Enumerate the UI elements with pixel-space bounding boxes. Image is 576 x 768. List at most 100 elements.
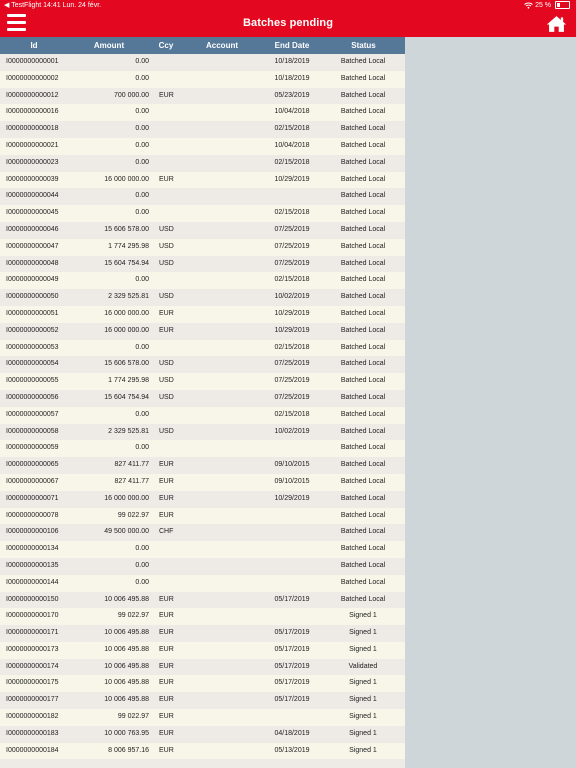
cell-amount: 0.00	[135, 209, 149, 217]
table-row[interactable]: I0000000000173 10 006 495.88 EUR 05/17/2019…	[0, 641, 405, 659]
cell-id: I0000000000059	[6, 444, 59, 452]
cell-end-date: 10/02/2019	[274, 293, 310, 301]
cell-id: I0000000000183	[6, 729, 59, 737]
table-row[interactable]: I0000000000055 1 774 295.98 USD 07/25/2019 B…	[0, 373, 405, 390]
cell-status: Batched Local	[340, 309, 386, 317]
cell-amount: 0.00	[135, 444, 149, 452]
column-header-ccy[interactable]: Ccy	[150, 37, 182, 54]
cell-end-date: 07/25/2019	[274, 393, 310, 401]
table-row[interactable]: I0000000000047 1 774 295.98 USD 07/25/2019 B…	[0, 238, 405, 256]
table-row[interactable]: I0000000000177 10 006 495.88 EUR 05/17/2019…	[0, 692, 405, 710]
cell-id: I0000000000044	[6, 192, 59, 200]
table-row[interactable]: I0000000000050 2 329 525.81 USD 10/02/2019 B…	[0, 289, 405, 306]
table-row[interactable]: I0000000000171 10 006 495.88 EUR 05/17/2019…	[0, 625, 405, 642]
cell-amount: 8 006 957.16	[108, 746, 149, 754]
cell-status: Batched Local	[340, 74, 386, 82]
table-row[interactable]: I0000000000023 0.00 02/15/2018 Batched Loca…	[0, 154, 405, 172]
table-row[interactable]: I0000000000054 15 606 578.00 USD 07/25/2019…	[0, 356, 405, 374]
table-row[interactable]: I0000000000049 0.00 02/15/2018 Batched Loca…	[0, 272, 405, 290]
cell-id: I0000000000058	[6, 427, 59, 435]
table-row[interactable]: I0000000000067 827 411.77 EUR 09/10/2015 Bat…	[0, 473, 405, 491]
table-row[interactable]: I0000000000106 49 500 000.00 CHF Batched Lo…	[0, 524, 405, 542]
table-row[interactable]: I0000000000051 16 000 000.00 EUR 10/29/2019…	[0, 305, 405, 323]
table-row[interactable]: I0000000000058 2 329 525.81 USD 10/02/2019 B…	[0, 423, 405, 441]
table-row[interactable]: I0000000000174 10 006 495.88 EUR 05/17/2019…	[0, 658, 405, 676]
cell-amount: 0.00	[135, 192, 149, 200]
table-row[interactable]: I0000000000184 8 006 957.16 EUR 05/13/2019 S…	[0, 742, 405, 760]
cell-id: I0000000000056	[6, 393, 59, 401]
cell-amount: 2 329 525.81	[108, 427, 149, 435]
table-row[interactable]: I0000000000048 15 604 754.94 USD 07/25/2019…	[0, 255, 405, 273]
cell-amount: 0.00	[135, 343, 149, 351]
cell-end-date: 10/18/2019	[274, 74, 310, 82]
column-header-status[interactable]: Status	[322, 37, 405, 54]
table-row[interactable]	[0, 759, 405, 768]
table-row[interactable]: I0000000000002 0.00 10/18/2019 Batched Loca…	[0, 70, 405, 88]
cell-status: Batched Local	[340, 360, 386, 368]
table-row[interactable]: I0000000000175 10 006 495.88 EUR 05/17/2019…	[0, 675, 405, 693]
table-row[interactable]: I0000000000170 99 022.97 EUR Signed 1	[0, 608, 405, 626]
cell-ccy: EUR	[159, 309, 174, 317]
cell-end-date: 02/15/2018	[274, 125, 310, 133]
table-row[interactable]: I0000000000150 10 006 495.88 EUR 05/17/2019…	[0, 591, 405, 609]
table-row[interactable]: I0000000000053 0.00 02/15/2018 Batched Loca…	[0, 339, 405, 357]
cell-status: Batched Local	[340, 578, 386, 586]
cell-amount: 2 329 525.81	[108, 293, 149, 301]
cell-amount: 99 022.97	[117, 612, 149, 620]
table-row[interactable]: I0000000000057 0.00 02/15/2018 Batched Loca…	[0, 406, 405, 424]
cell-id: I0000000000047	[6, 242, 59, 250]
table-row[interactable]: I0000000000056 15 604 754.94 USD 07/25/2019…	[0, 389, 405, 407]
column-header-id[interactable]: Id	[0, 37, 68, 54]
table-row[interactable]: I0000000000059 0.00 Batched Local	[0, 440, 405, 458]
cell-ccy: USD	[159, 293, 174, 301]
cell-end-date: 05/23/2019	[274, 91, 310, 99]
column-header-end-date[interactable]: End Date	[262, 37, 322, 54]
table-row[interactable]: I0000000000078 99 022.97 EUR Batched Local	[0, 507, 405, 525]
cell-ccy: EUR	[159, 746, 174, 754]
cell-id: I0000000000078	[6, 511, 59, 519]
cell-status: Batched Local	[340, 561, 386, 569]
table-row[interactable]: I0000000000012 700 000.00 EUR 05/23/2019 Bat…	[0, 87, 405, 105]
table-row[interactable]: I0000000000018 0.00 02/15/2018 Batched Loca…	[0, 121, 405, 138]
cell-amount: 10 006 495.88	[104, 629, 149, 637]
cell-end-date: 04/18/2019	[274, 729, 310, 737]
table-row[interactable]: I0000000000182 99 022.97 EUR Signed 1	[0, 709, 405, 726]
table-row[interactable]: I0000000000134 0.00 Batched Local	[0, 541, 405, 558]
table-row[interactable]: I0000000000071 16 000 000.00 EUR 10/29/2019…	[0, 490, 405, 508]
cell-id: I0000000000171	[6, 629, 59, 637]
cell-status: Batched Local	[340, 259, 386, 267]
column-header-amount[interactable]: Amount	[68, 37, 150, 54]
home-icon[interactable]	[546, 15, 567, 33]
table-row[interactable]: I0000000000045 0.00 02/15/2018 Batched Loca…	[0, 205, 405, 222]
table-row[interactable]: I0000000000135 0.00 Batched Local	[0, 557, 405, 575]
cell-end-date: 07/25/2019	[274, 242, 310, 250]
cell-end-date: 10/29/2019	[274, 309, 310, 317]
cell-amount: 0.00	[135, 141, 149, 149]
cell-id: I0000000000065	[6, 461, 59, 469]
cell-status: Batched Local	[340, 242, 386, 250]
table-row[interactable]: I0000000000183 10 000 763.95 EUR 04/18/2019…	[0, 725, 405, 743]
column-header-account[interactable]: Account	[182, 37, 262, 54]
cell-amount: 15 606 578.00	[104, 225, 149, 233]
table-row[interactable]: I0000000000144 0.00 Batched Local	[0, 574, 405, 592]
cell-id: I0000000000039	[6, 175, 59, 183]
table-row[interactable]: I0000000000065 827 411.77 EUR 09/10/2015 Bat…	[0, 457, 405, 474]
cell-end-date: 02/15/2018	[274, 158, 310, 166]
table-row[interactable]: I0000000000001 0.00 10/18/2019 Batched Loca…	[0, 54, 405, 71]
cell-ccy: EUR	[159, 461, 174, 469]
cell-end-date: 10/04/2018	[274, 108, 310, 116]
cell-status: Signed 1	[349, 746, 377, 754]
table-row[interactable]: I0000000000046 15 606 578.00 USD 07/25/2019…	[0, 221, 405, 239]
cell-amount: 0.00	[135, 158, 149, 166]
cell-ccy: USD	[159, 225, 174, 233]
table-row[interactable]: I0000000000016 0.00 10/04/2018 Batched Loca…	[0, 104, 405, 122]
cell-id: I0000000000012	[6, 91, 59, 99]
cell-amount: 99 022.97	[117, 713, 149, 721]
table-row[interactable]: I0000000000021 0.00 10/04/2018 Batched Loca…	[0, 137, 405, 155]
table-row[interactable]: I0000000000039 16 000 000.00 EUR 10/29/2019…	[0, 171, 405, 189]
cell-end-date: 10/02/2019	[274, 427, 310, 435]
table-row[interactable]: I0000000000044 0.00 Batched Local	[0, 188, 405, 206]
cell-status: Signed 1	[349, 729, 377, 737]
cell-id: I0000000000174	[6, 662, 59, 670]
table-row[interactable]: I0000000000052 16 000 000.00 EUR 10/29/2019…	[0, 322, 405, 340]
